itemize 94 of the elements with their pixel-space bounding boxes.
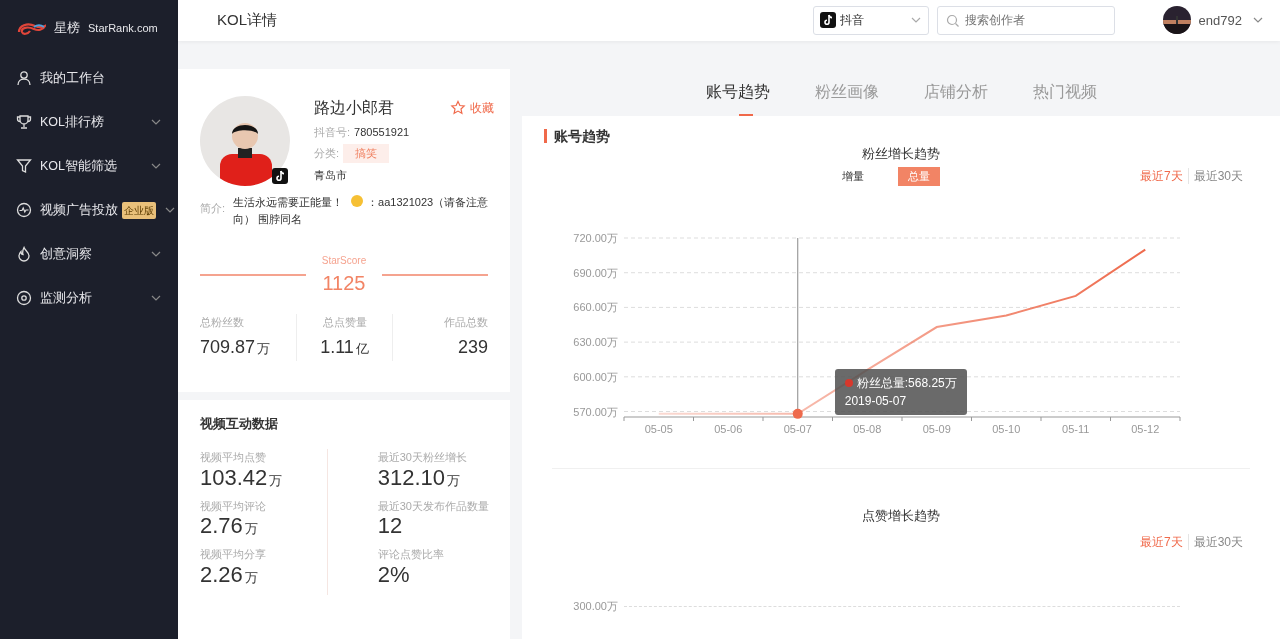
page-title: KOL详情 xyxy=(217,10,277,30)
sidebar-item[interactable]: 我的工作台 xyxy=(0,56,178,100)
axis-label: 05-06 xyxy=(714,422,743,435)
axis-label: 630.00万 xyxy=(573,335,618,348)
brand-domain: StarRank.com xyxy=(88,20,158,36)
stat-value: 2% xyxy=(377,561,410,587)
stat-value: 312.10 xyxy=(377,464,446,490)
sidebar-item[interactable]: 监测分析 xyxy=(0,276,178,320)
axis-label: 690.00万 xyxy=(573,266,618,279)
stat-label: 视频平均分享 xyxy=(200,547,267,563)
platform-select[interactable]: 抖音 xyxy=(812,5,929,35)
emoji-icon xyxy=(351,194,364,207)
bio-text: ：aa1321023（请备注意 xyxy=(367,195,489,208)
brand-name: 星榜 xyxy=(54,19,80,38)
axis-label: 05-07 xyxy=(783,422,812,435)
chart-title: 粉丝增长趋势 xyxy=(861,144,941,163)
axis-label: 570.00万 xyxy=(573,405,618,418)
mode-toggle[interactable]: 增量 xyxy=(832,167,874,186)
axis-label: 05-08 xyxy=(853,422,882,435)
axis-label: 05-09 xyxy=(922,422,951,435)
stat-label: 总点赞量 xyxy=(321,314,368,330)
pulse-icon xyxy=(16,202,32,218)
axis-label: 05-12 xyxy=(1131,422,1160,435)
tab[interactable]: 账号趋势 xyxy=(705,68,770,116)
field-label: 简介: xyxy=(200,200,226,216)
unit-label: 亿 xyxy=(355,341,369,357)
range-toggle[interactable]: 最近30天 xyxy=(1188,167,1248,186)
menu-label: KOL智能筛选 xyxy=(40,157,117,175)
stat-label: 评论点赞比率 xyxy=(377,547,445,563)
flame-icon xyxy=(16,246,32,262)
stat-value: 2.26 xyxy=(200,561,243,587)
stat-value: 239 xyxy=(457,337,488,358)
search-field[interactable]: 搜索创作者 xyxy=(936,5,1115,35)
card-title: 视频互动数据 xyxy=(200,414,279,433)
score-label: StarScore xyxy=(321,253,367,268)
field-label: 抖音号: xyxy=(314,124,351,140)
axis-label: 05-10 xyxy=(992,422,1021,435)
stat-label: 视频平均点赞 xyxy=(200,450,267,466)
user-name[interactable]: end792 xyxy=(1198,10,1242,30)
menu-label: 视频广告投放 xyxy=(40,201,118,219)
unit-label: 万 xyxy=(244,521,258,537)
creator-name: 路边小郎君 xyxy=(314,97,394,118)
stat-label: 作品总数 xyxy=(443,314,488,330)
stat-value: 2.76 xyxy=(200,513,243,539)
user-icon xyxy=(16,70,32,86)
stat-label: 总粉丝数 xyxy=(200,314,245,330)
trophy-icon xyxy=(16,114,32,130)
unit-label: 万 xyxy=(269,472,283,488)
chart-title: 点赞增长趋势 xyxy=(861,506,941,525)
axis-label: 05-05 xyxy=(644,422,673,435)
stat-value: 12 xyxy=(377,513,403,539)
stat-label: 视频平均评论 xyxy=(200,498,267,514)
menu-label: KOL排行榜 xyxy=(40,113,104,131)
stat-value: 709.87 xyxy=(200,337,256,358)
legend-dot xyxy=(844,379,853,388)
bio-text: 向） 围脖同名 xyxy=(233,213,303,226)
sidebar-item[interactable]: 创意洞察 xyxy=(0,232,178,276)
menu-label: 我的工作台 xyxy=(40,69,105,87)
bio-text: 生活永远需要正能量！ xyxy=(233,195,344,208)
stat-value: 1.11 xyxy=(320,337,354,358)
stat-label: 最近30天粉丝增长 xyxy=(377,450,468,466)
city-text: 青岛市 xyxy=(314,167,348,183)
sidebar-item[interactable]: KOL排行榜 xyxy=(0,100,178,144)
tooltip-date: 2019-05-07 xyxy=(844,393,908,411)
star-icon xyxy=(450,99,466,116)
axis-label: 300.00万 xyxy=(572,599,618,615)
account-id: 780551921 xyxy=(354,124,410,140)
tiktok-icon xyxy=(272,167,290,186)
sidebar-item[interactable]: KOL智能筛选 xyxy=(0,144,178,188)
unit-label: 万 xyxy=(244,569,258,585)
section-title: 账号趋势 xyxy=(544,128,610,143)
range-toggle[interactable]: 最近30天 xyxy=(1188,533,1248,552)
data-point xyxy=(792,408,803,419)
target-icon xyxy=(16,290,32,306)
axis-label: 660.00万 xyxy=(573,300,618,313)
series-name: 粉丝总量 xyxy=(856,375,905,393)
unit-label: 万 xyxy=(447,472,461,488)
menu-label: 监测分析 xyxy=(40,289,92,307)
score-value: 1125 xyxy=(321,270,367,296)
tooltip-value: :568.25万 xyxy=(904,375,957,393)
stat-value: 103.42 xyxy=(200,464,268,490)
sidebar-item[interactable]: 视频广告投放 企业版 xyxy=(0,188,178,232)
axis-label: 05-11 xyxy=(1062,422,1090,435)
unit-label: 万 xyxy=(257,341,271,357)
axis-label: 600.00万 xyxy=(573,370,618,383)
axis-label: 720.00万 xyxy=(573,231,618,244)
search-icon xyxy=(945,13,959,27)
edition-badge: 企业版 xyxy=(122,201,156,219)
stat-label: 最近30天发布作品数量 xyxy=(377,498,488,514)
field-label: 分类: xyxy=(314,146,340,162)
menu-label: 创意洞察 xyxy=(40,245,92,263)
tiktok-icon xyxy=(819,12,836,29)
filter-icon xyxy=(16,158,32,174)
category-tag: 搞笑 xyxy=(343,144,390,163)
